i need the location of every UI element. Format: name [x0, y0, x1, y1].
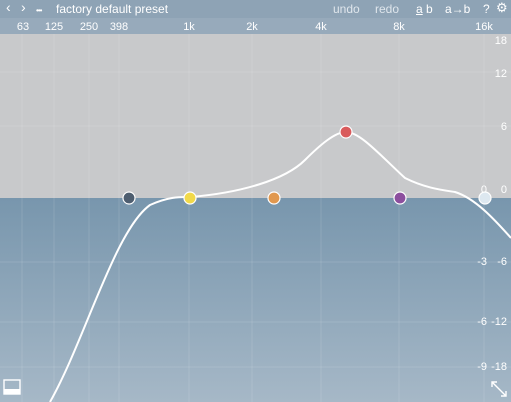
freq-label-1k: 1k — [183, 21, 195, 33]
freq-label-8k: 8k — [393, 21, 405, 33]
gain-label-18: 18 — [495, 35, 507, 47]
ab-b-label: b — [426, 2, 433, 16]
band-node-1[interactable] — [122, 191, 136, 205]
next-preset-button[interactable]: › — [21, 0, 26, 14]
band-node-6[interactable] — [478, 191, 492, 205]
resize-icon[interactable] — [490, 380, 508, 398]
eq-plugin: 63 125 250 398 1k 2k 4k 8k 16k 18 12 6 0… — [0, 0, 511, 402]
freq-label-16k: 16k — [475, 21, 493, 33]
band-node-4[interactable] — [339, 125, 353, 139]
prev-preset-button[interactable]: ‹ — [6, 0, 11, 14]
eq-graph[interactable]: 63 125 250 398 1k 2k 4k 8k 16k 18 12 6 0… — [0, 0, 511, 402]
settings-icon[interactable]: ⚙ — [496, 1, 508, 15]
redo-button[interactable]: redo — [375, 2, 399, 16]
freq-label-2k: 2k — [246, 21, 258, 33]
freq-label-125: 125 — [45, 21, 63, 33]
preset-menu-button[interactable]: ••• — [36, 4, 42, 18]
copy-a-to-b-button[interactable]: a→b — [445, 2, 470, 16]
gain-label-minus-18: -18 — [491, 361, 507, 373]
freq-label-398: 398 — [110, 21, 128, 33]
freq-label-63: 63 — [17, 21, 29, 33]
band-node-3[interactable] — [267, 191, 281, 205]
gain-label-minus-12: -12 — [491, 316, 507, 328]
ab-a-label: a — [416, 2, 423, 16]
help-button[interactable]: ? — [483, 2, 490, 16]
inner-gain-label-minus-6: -6 — [477, 316, 487, 328]
toolbar: ‹ › ••• factory default preset undo redo… — [0, 0, 511, 18]
freq-label-250: 250 — [80, 21, 98, 33]
inner-gain-label-minus-3: -3 — [477, 256, 487, 268]
inner-gain-label-minus-9: -9 — [477, 361, 487, 373]
ab-toggle[interactable]: a b — [416, 2, 433, 16]
band-node-2[interactable] — [183, 191, 197, 205]
gain-label-0: 0 — [501, 184, 507, 196]
gain-label-6: 6 — [501, 121, 507, 133]
freq-label-4k: 4k — [315, 21, 327, 33]
preset-name[interactable]: factory default preset — [56, 2, 168, 16]
band-node-5[interactable] — [393, 191, 407, 205]
panel-icon[interactable] — [3, 379, 21, 395]
gain-label-minus-6: -6 — [497, 256, 507, 268]
undo-button[interactable]: undo — [333, 2, 360, 16]
gain-label-12: 12 — [495, 68, 507, 80]
